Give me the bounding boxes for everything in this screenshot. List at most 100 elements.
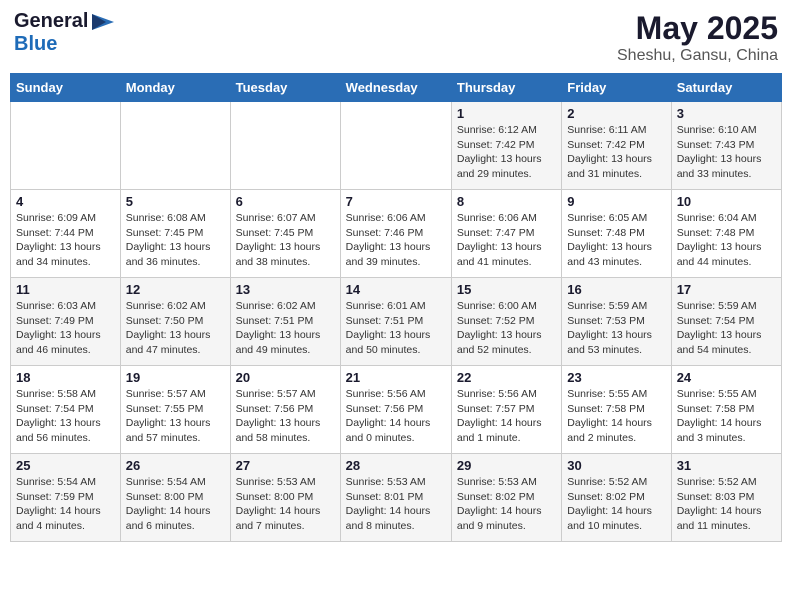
day-content: Sunrise: 5:57 AM Sunset: 7:56 PM Dayligh… xyxy=(236,387,335,446)
calendar-week-4: 18 Sunrise: 5:58 AM Sunset: 7:54 PM Dayli… xyxy=(11,366,782,454)
day-content: Sunrise: 5:52 AM Sunset: 8:03 PM Dayligh… xyxy=(677,475,776,534)
day-content: Sunrise: 5:55 AM Sunset: 7:58 PM Dayligh… xyxy=(567,387,665,446)
day-content: Sunrise: 6:08 AM Sunset: 7:45 PM Dayligh… xyxy=(126,211,225,270)
weekday-header-friday: Friday xyxy=(562,74,671,102)
day-content: Sunrise: 5:52 AM Sunset: 8:02 PM Dayligh… xyxy=(567,475,665,534)
day-number: 7 xyxy=(346,194,446,209)
day-content: Sunrise: 6:10 AM Sunset: 7:43 PM Dayligh… xyxy=(677,123,776,182)
weekday-header-sunday: Sunday xyxy=(11,74,121,102)
day-number: 16 xyxy=(567,282,665,297)
calendar-cell: 31 Sunrise: 5:52 AM Sunset: 8:03 PM Dayli… xyxy=(671,454,781,542)
logo-blue: Blue xyxy=(14,33,57,56)
day-number: 15 xyxy=(457,282,556,297)
day-content: Sunrise: 6:05 AM Sunset: 7:48 PM Dayligh… xyxy=(567,211,665,270)
calendar-cell xyxy=(230,102,340,190)
calendar-cell: 17 Sunrise: 5:59 AM Sunset: 7:54 PM Dayli… xyxy=(671,278,781,366)
day-content: Sunrise: 6:03 AM Sunset: 7:49 PM Dayligh… xyxy=(16,299,115,358)
weekday-header-tuesday: Tuesday xyxy=(230,74,340,102)
location: Sheshu, Gansu, China xyxy=(617,47,778,65)
day-number: 28 xyxy=(346,458,446,473)
calendar-week-2: 4 Sunrise: 6:09 AM Sunset: 7:44 PM Daylig… xyxy=(11,190,782,278)
day-number: 12 xyxy=(126,282,225,297)
calendar-cell: 30 Sunrise: 5:52 AM Sunset: 8:02 PM Dayli… xyxy=(562,454,671,542)
calendar-cell xyxy=(120,102,230,190)
calendar-cell: 21 Sunrise: 5:56 AM Sunset: 7:56 PM Dayli… xyxy=(340,366,451,454)
day-number: 21 xyxy=(346,370,446,385)
calendar-cell: 19Sunrise: 5:57 AM Sunset: 7:55 PM Dayli… xyxy=(120,366,230,454)
calendar-cell: 26 Sunrise: 5:54 AM Sunset: 8:00 PM Dayli… xyxy=(120,454,230,542)
day-number: 3 xyxy=(677,106,776,121)
day-number: 25 xyxy=(16,458,115,473)
calendar-cell: 13 Sunrise: 6:02 AM Sunset: 7:51 PM Dayli… xyxy=(230,278,340,366)
day-number: 23 xyxy=(567,370,665,385)
day-number: 27 xyxy=(236,458,335,473)
calendar-cell: 24 Sunrise: 5:55 AM Sunset: 7:58 PM Dayli… xyxy=(671,366,781,454)
day-number: 14 xyxy=(346,282,446,297)
calendar-cell: 15 Sunrise: 6:00 AM Sunset: 7:52 PM Dayli… xyxy=(451,278,561,366)
calendar-cell: 29 Sunrise: 5:53 AM Sunset: 8:02 PM Dayli… xyxy=(451,454,561,542)
calendar-cell: 5 Sunrise: 6:08 AM Sunset: 7:45 PM Daylig… xyxy=(120,190,230,278)
calendar-week-3: 11Sunrise: 6:03 AM Sunset: 7:49 PM Dayli… xyxy=(11,278,782,366)
logo-icon xyxy=(92,14,114,30)
day-content: Sunrise: 6:12 AM Sunset: 7:42 PM Dayligh… xyxy=(457,123,556,182)
day-content: Sunrise: 6:02 AM Sunset: 7:50 PM Dayligh… xyxy=(126,299,225,358)
day-number: 26 xyxy=(126,458,225,473)
logo-general: General xyxy=(14,10,88,33)
calendar-cell: 8 Sunrise: 6:06 AM Sunset: 7:47 PM Daylig… xyxy=(451,190,561,278)
day-number: 5 xyxy=(126,194,225,209)
day-number: 8 xyxy=(457,194,556,209)
page-header: General Blue May 2025 Sheshu, Gansu, Chi… xyxy=(10,10,782,65)
day-content: Sunrise: 6:09 AM Sunset: 7:44 PM Dayligh… xyxy=(16,211,115,270)
day-number: 31 xyxy=(677,458,776,473)
calendar-cell: 14 Sunrise: 6:01 AM Sunset: 7:51 PM Dayli… xyxy=(340,278,451,366)
month-title: May 2025 xyxy=(617,10,778,47)
calendar-cell: 6Sunrise: 6:07 AM Sunset: 7:45 PM Daylig… xyxy=(230,190,340,278)
day-number: 24 xyxy=(677,370,776,385)
calendar-cell: 25 Sunrise: 5:54 AM Sunset: 7:59 PM Dayli… xyxy=(11,454,121,542)
day-content: Sunrise: 5:53 AM Sunset: 8:01 PM Dayligh… xyxy=(346,475,446,534)
weekday-header-thursday: Thursday xyxy=(451,74,561,102)
day-number: 4 xyxy=(16,194,115,209)
day-content: Sunrise: 6:04 AM Sunset: 7:48 PM Dayligh… xyxy=(677,211,776,270)
title-block: May 2025 Sheshu, Gansu, China xyxy=(617,10,778,65)
day-number: 1 xyxy=(457,106,556,121)
day-number: 30 xyxy=(567,458,665,473)
day-number: 9 xyxy=(567,194,665,209)
day-content: Sunrise: 6:06 AM Sunset: 7:46 PM Dayligh… xyxy=(346,211,446,270)
day-content: Sunrise: 6:01 AM Sunset: 7:51 PM Dayligh… xyxy=(346,299,446,358)
day-content: Sunrise: 6:00 AM Sunset: 7:52 PM Dayligh… xyxy=(457,299,556,358)
weekday-header-saturday: Saturday xyxy=(671,74,781,102)
day-number: 22 xyxy=(457,370,556,385)
day-number: 13 xyxy=(236,282,335,297)
calendar-cell: 23 Sunrise: 5:55 AM Sunset: 7:58 PM Dayli… xyxy=(562,366,671,454)
day-content: Sunrise: 5:53 AM Sunset: 8:00 PM Dayligh… xyxy=(236,475,335,534)
weekday-header-wednesday: Wednesday xyxy=(340,74,451,102)
day-number: 18 xyxy=(16,370,115,385)
day-content: Sunrise: 6:02 AM Sunset: 7:51 PM Dayligh… xyxy=(236,299,335,358)
calendar-cell: 3 Sunrise: 6:10 AM Sunset: 7:43 PM Daylig… xyxy=(671,102,781,190)
calendar-cell: 9 Sunrise: 6:05 AM Sunset: 7:48 PM Daylig… xyxy=(562,190,671,278)
day-number: 29 xyxy=(457,458,556,473)
day-content: Sunrise: 5:56 AM Sunset: 7:56 PM Dayligh… xyxy=(346,387,446,446)
calendar-cell: 1 Sunrise: 6:12 AM Sunset: 7:42 PM Daylig… xyxy=(451,102,561,190)
day-number: 10 xyxy=(677,194,776,209)
day-content: Sunrise: 6:06 AM Sunset: 7:47 PM Dayligh… xyxy=(457,211,556,270)
day-content: Sunrise: 5:56 AM Sunset: 7:57 PM Dayligh… xyxy=(457,387,556,446)
day-number: 20 xyxy=(236,370,335,385)
calendar-cell: 18 Sunrise: 5:58 AM Sunset: 7:54 PM Dayli… xyxy=(11,366,121,454)
day-content: Sunrise: 6:11 AM Sunset: 7:42 PM Dayligh… xyxy=(567,123,665,182)
calendar-cell xyxy=(340,102,451,190)
day-content: Sunrise: 5:57 AM Sunset: 7:55 PM Dayligh… xyxy=(126,387,225,446)
day-content: Sunrise: 5:54 AM Sunset: 8:00 PM Dayligh… xyxy=(126,475,225,534)
day-content: Sunrise: 5:55 AM Sunset: 7:58 PM Dayligh… xyxy=(677,387,776,446)
day-content: Sunrise: 6:07 AM Sunset: 7:45 PM Dayligh… xyxy=(236,211,335,270)
weekday-header-monday: Monday xyxy=(120,74,230,102)
day-content: Sunrise: 5:53 AM Sunset: 8:02 PM Dayligh… xyxy=(457,475,556,534)
calendar-cell xyxy=(11,102,121,190)
day-content: Sunrise: 5:54 AM Sunset: 7:59 PM Dayligh… xyxy=(16,475,115,534)
day-content: Sunrise: 5:58 AM Sunset: 7:54 PM Dayligh… xyxy=(16,387,115,446)
calendar-cell: 28 Sunrise: 5:53 AM Sunset: 8:01 PM Dayli… xyxy=(340,454,451,542)
day-number: 17 xyxy=(677,282,776,297)
day-content: Sunrise: 5:59 AM Sunset: 7:54 PM Dayligh… xyxy=(677,299,776,358)
calendar-week-1: 1 Sunrise: 6:12 AM Sunset: 7:42 PM Daylig… xyxy=(11,102,782,190)
